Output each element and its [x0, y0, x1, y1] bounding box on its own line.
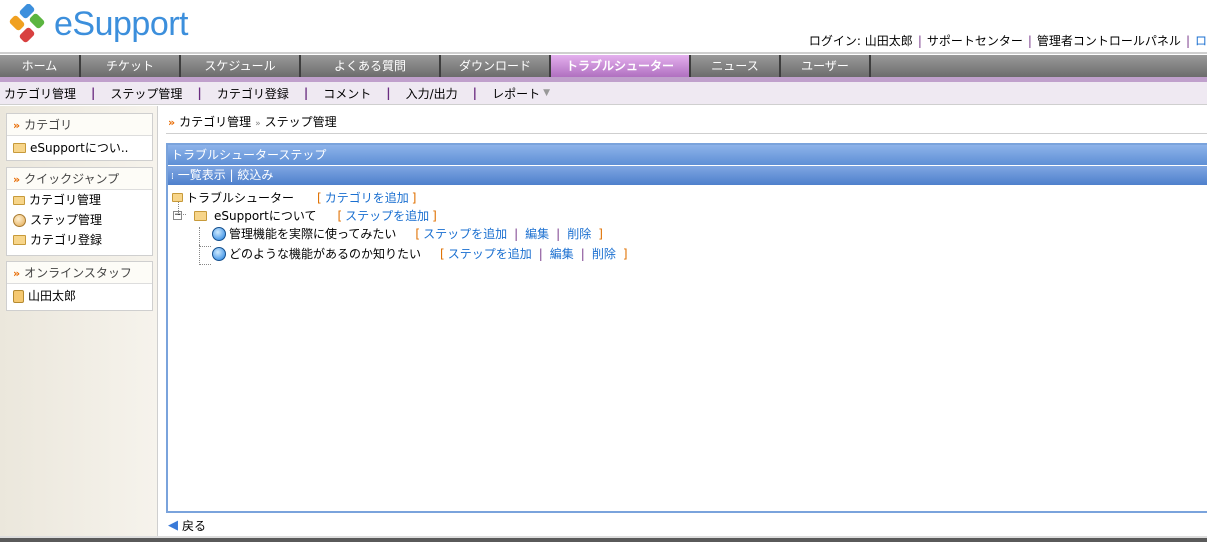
logo-icon: [9, 4, 45, 43]
new-folder-icon: [13, 235, 26, 245]
tree-root: トラブルシューター [カテゴリを追加]: [172, 189, 416, 206]
sidebar: » カテゴリ eSupportについ.. » クイックジャンプ カテゴリ管理 ステッ…: [0, 106, 158, 536]
panel-title: トラブルシューターステップ: [168, 145, 1207, 165]
logo-text: eSupport: [54, 4, 189, 43]
add-step-link[interactable]: ステップを追加: [345, 207, 429, 224]
chevron-icon: »: [13, 267, 21, 280]
support-center-link[interactable]: サポートセンター: [927, 34, 1023, 48]
top-links: ログイン: 山田太郎 | サポートセンター | 管理者コントロールパネル | ロ: [808, 34, 1207, 48]
delete-link[interactable]: 削除: [567, 225, 591, 242]
breadcrumb: » カテゴリ管理» ステップ管理: [168, 115, 337, 129]
online-staff-box: » オンラインスタッフ 山田太郎: [6, 261, 153, 311]
tab-faq[interactable]: よくある質問: [301, 55, 441, 77]
logout-link[interactable]: ロ: [1195, 34, 1207, 48]
panel-toolbar: ⁞ 一覧表示 | 絞込み: [168, 166, 1207, 185]
subnav-comment[interactable]: コメント: [323, 85, 371, 102]
folder-icon: [194, 210, 207, 221]
collapse-icon[interactable]: −: [173, 211, 182, 220]
back-label: 戻る: [182, 519, 207, 533]
breadcrumb-category-manage[interactable]: カテゴリ管理: [179, 115, 251, 129]
main-nav: ホーム チケット スケジュール よくある質問 ダウンロード トラブルシューター …: [0, 55, 1207, 77]
box-title: クイックジャンプ: [24, 172, 120, 186]
category-label[interactable]: eSupportについて: [214, 207, 316, 224]
staff-item[interactable]: 山田太郎: [7, 284, 152, 308]
admin-panel-link[interactable]: 管理者コントロールパネル: [1037, 34, 1181, 48]
label: カテゴリ登録: [30, 233, 103, 247]
logo[interactable]: eSupport: [6, 4, 189, 44]
quickjump-category-manage[interactable]: カテゴリ管理: [7, 190, 152, 210]
add-step-link[interactable]: ステップを追加: [448, 245, 532, 262]
tree-step: 管理機能を実際に使ってみたい [ステップを追加 | 編集 | 削除]: [212, 225, 603, 242]
tab-home[interactable]: ホーム: [0, 55, 81, 77]
tree-step: どのような機能があるのか知りたい [ステップを追加 | 編集 | 削除]: [212, 245, 628, 262]
sub-nav: カテゴリ管理 | ステップ管理 | カテゴリ登録 | コメント | 入力/出力 | レポー…: [0, 82, 1207, 105]
add-step-link[interactable]: ステップを追加: [423, 225, 507, 242]
step-icon: [212, 226, 226, 241]
dropdown-arrow-icon[interactable]: ▼: [543, 88, 550, 98]
subnav-import-export[interactable]: 入力/出力: [406, 85, 458, 102]
subnav-category-register[interactable]: カテゴリ登録: [217, 85, 289, 102]
chevron-icon: »: [168, 116, 176, 129]
filter-button[interactable]: 絞込み: [237, 168, 273, 182]
tree-category: − eSupportについて [ステップを追加]: [173, 207, 437, 224]
label: 山田太郎: [28, 289, 77, 303]
delete-link[interactable]: 削除: [592, 245, 616, 262]
footer-bar: [0, 536, 1207, 542]
box-title: オンラインスタッフ: [24, 266, 132, 280]
header-divider: [0, 52, 1207, 54]
divider: [166, 133, 1207, 134]
subnav-report[interactable]: レポート: [492, 85, 540, 102]
tab-troubleshooter[interactable]: トラブルシューター: [551, 55, 691, 77]
edit-link[interactable]: 編集: [550, 245, 574, 262]
step-label[interactable]: どのような機能があるのか知りたい: [229, 245, 421, 262]
list-view-button[interactable]: 一覧表示: [178, 168, 226, 182]
tab-download[interactable]: ダウンロード: [441, 55, 551, 77]
back-button[interactable]: ◀ 戻る: [168, 517, 206, 534]
quickjump-category-register[interactable]: カテゴリ登録: [7, 230, 152, 250]
label: カテゴリ管理: [29, 193, 102, 207]
tab-schedule[interactable]: スケジュール: [181, 55, 301, 77]
label: ステップ管理: [30, 213, 103, 227]
quickjump-step-manage[interactable]: ステップ管理: [7, 210, 152, 230]
category-box: » カテゴリ eSupportについ..: [6, 113, 153, 161]
tab-news[interactable]: ニュース: [691, 55, 781, 77]
tree-icon: [13, 195, 25, 205]
login-label: ログイン:: [808, 34, 861, 48]
category-item-label: eSupportについ..: [30, 141, 129, 155]
edit-link[interactable]: 編集: [525, 225, 549, 242]
tree-icon: [172, 193, 183, 202]
login-user: 山田太郎: [864, 34, 913, 48]
chevron-icon: »: [13, 173, 21, 186]
user-icon: [13, 289, 24, 303]
quickjump-box: » クイックジャンプ カテゴリ管理 ステップ管理 カテゴリ登録: [6, 167, 153, 256]
tree-root-label: トラブルシューター: [186, 191, 295, 205]
step-icon: [212, 246, 226, 261]
subnav-category-manage[interactable]: カテゴリ管理: [4, 85, 76, 102]
folder-icon: [13, 143, 26, 153]
breadcrumb-current: ステップ管理: [264, 115, 337, 129]
steps-panel: トラブルシューターステップ ⁞ 一覧表示 | 絞込み トラブルシューター [カテ…: [166, 143, 1207, 513]
step-icon: [13, 213, 26, 227]
chevron-icon: »: [13, 119, 21, 132]
subnav-step-manage[interactable]: ステップ管理: [110, 85, 182, 102]
tab-tickets[interactable]: チケット: [81, 55, 181, 77]
step-label[interactable]: 管理機能を実際に使ってみたい: [229, 225, 396, 242]
back-arrow-icon: ◀: [168, 518, 178, 533]
box-title: カテゴリ: [24, 118, 73, 132]
tab-users[interactable]: ユーザー: [781, 55, 871, 77]
category-item[interactable]: eSupportについ..: [7, 136, 152, 160]
add-category-link[interactable]: カテゴリを追加: [325, 189, 409, 206]
